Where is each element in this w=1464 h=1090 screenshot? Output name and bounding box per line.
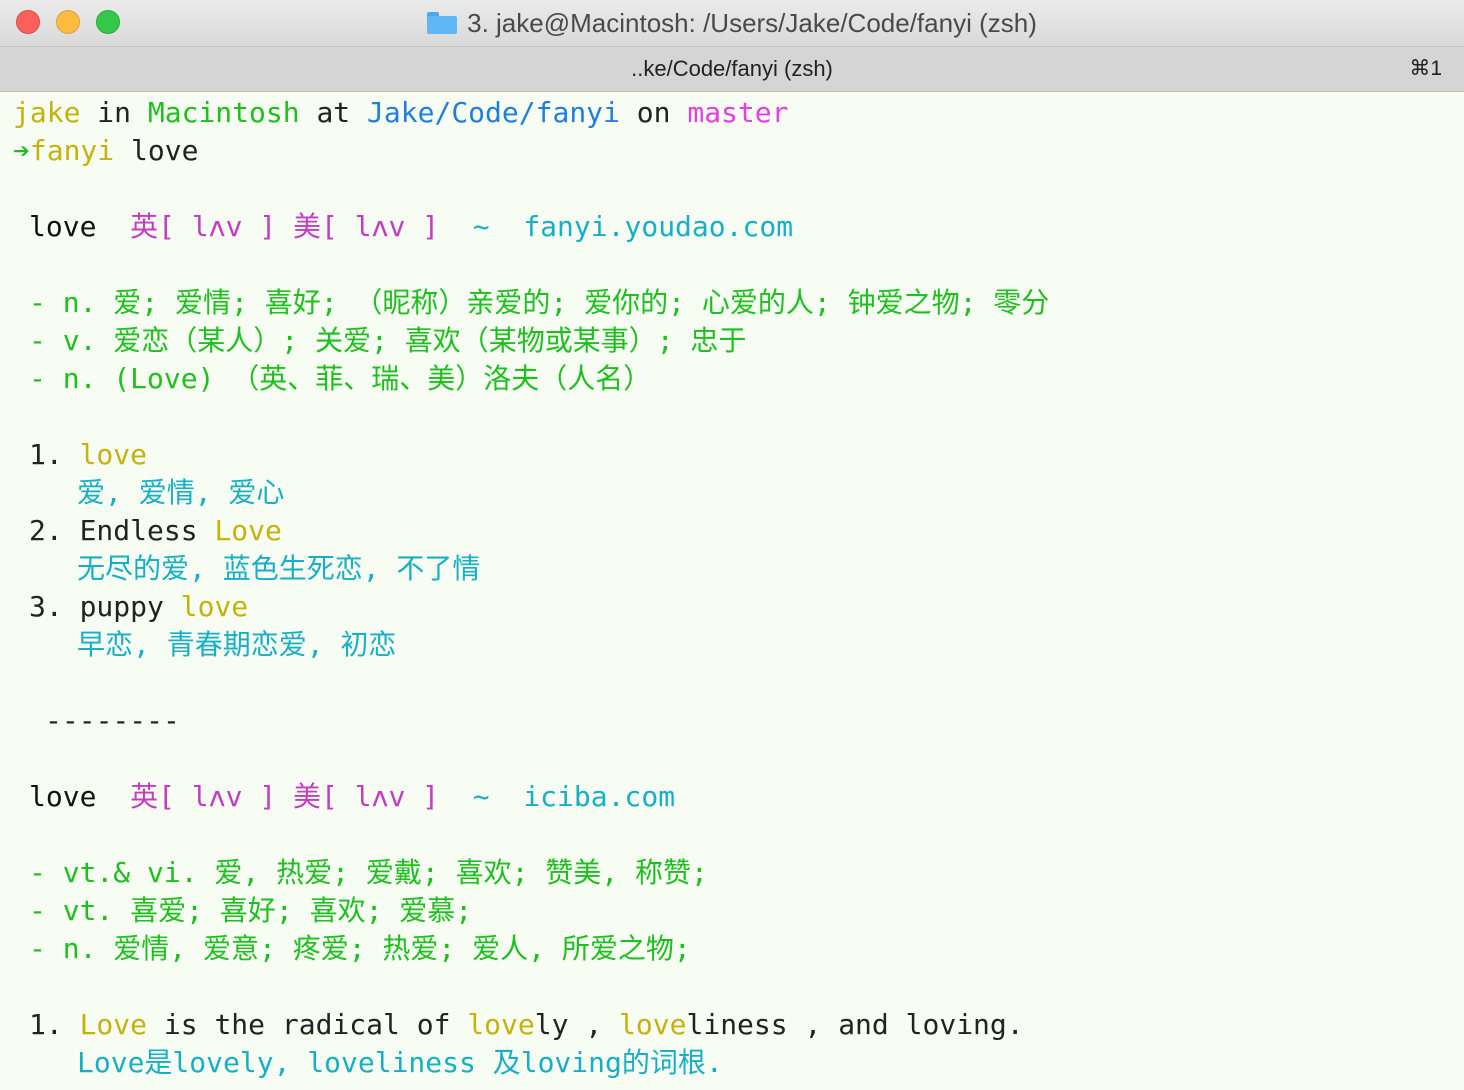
youdao-phrase-translation: 早恋, 青春期恋爱, 初恋 xyxy=(77,628,397,661)
prompt-user: jake xyxy=(13,96,81,129)
tab-bar[interactable]: ..ke/Code/fanyi (zsh) ⌘1 xyxy=(0,47,1464,92)
youdao-word: love xyxy=(29,210,97,243)
iciba-source: iciba.com xyxy=(523,780,676,813)
prompt-arrow-icon: ➔ xyxy=(13,134,30,167)
window-title: 3. jake@Macintosh: /Users/Jake/Code/fany… xyxy=(467,7,1037,38)
iciba-sentence: 1. Love is the radical of lovely , lovel… xyxy=(29,1006,1024,1044)
tab-shortcut: ⌘1 xyxy=(1409,57,1442,80)
iciba-definition: - vt. 喜爱; 喜好; 喜欢; 爱慕; xyxy=(29,894,473,927)
tab-title[interactable]: ..ke/Code/fanyi (zsh) xyxy=(0,47,1464,91)
youdao-phrase-translation: 无尽的爱, 蓝色生死恋, 不了情 xyxy=(77,552,481,585)
command-argument: love xyxy=(131,134,199,167)
prompt-branch: master xyxy=(687,96,789,129)
youdao-phrase-translation: 爱, 爱情, 爱心 xyxy=(77,476,285,509)
youdao-phrase: 1. love xyxy=(29,436,147,474)
phrase-text: Endless xyxy=(79,514,215,547)
separator: -------- xyxy=(45,704,180,737)
youdao-definition: - n. 爱; 爱情; 喜好; （昵称）亲爱的; 爱你的; 心爱的人; 钟爱之物… xyxy=(29,286,1050,319)
sentence-number: 1. xyxy=(29,1008,63,1041)
phrase-keyword: Love xyxy=(214,514,282,547)
phrase-keyword: love xyxy=(79,438,148,471)
terminal-window: 3. jake@Macintosh: /Users/Jake/Code/fany… xyxy=(0,0,1464,1090)
youdao-phrase: 2. Endless Love xyxy=(29,512,282,550)
iciba-definition: - n. 爱情, 爱意; 疼爱; 热爱; 爱人, 所爱之物; xyxy=(29,932,691,965)
phrase-number: 3. xyxy=(29,590,63,623)
command-name: fanyi xyxy=(29,134,115,167)
sentence-text: is the radical of xyxy=(147,1008,468,1041)
sentence-keyword: love xyxy=(467,1008,535,1041)
youdao-phrase: 3. puppy love xyxy=(29,588,248,626)
youdao-phonetic: 英[ lʌv ] 美[ lʌv ] xyxy=(130,210,440,243)
sentence-keyword: Love xyxy=(79,1008,148,1041)
youdao-tilde: ~ xyxy=(472,210,490,243)
prompt-on: on xyxy=(636,96,671,129)
iciba-header: love 英[ lʌv ] 美[ lʌv ] ~ iciba.com xyxy=(29,778,675,816)
prompt-host: Macintosh xyxy=(147,96,300,129)
phrase-text: puppy xyxy=(79,590,181,623)
folder-icon xyxy=(427,12,458,34)
command-line: ➔fanyi love xyxy=(13,132,198,170)
youdao-source: fanyi.youdao.com xyxy=(523,210,794,243)
youdao-definition: - n. (Love) （英、菲、瑞、美）洛夫（人名） xyxy=(29,362,652,395)
iciba-phonetic: 英[ lʌv ] 美[ lʌv ] xyxy=(130,780,440,813)
youdao-header: love 英[ lʌv ] 美[ lʌv ] ~ fanyi.youdao.co… xyxy=(29,208,793,246)
sentence-text: ly , xyxy=(534,1008,620,1041)
phrase-keyword: love xyxy=(180,590,249,623)
iciba-definition: - vt.& vi. 爱, 热爱; 爱戴; 喜欢; 赞美, 称赞; xyxy=(29,856,708,889)
prompt-line: jake in Macintosh at Jake/Code/fanyi on … xyxy=(13,94,789,132)
phrase-number: 2. xyxy=(29,514,63,547)
iciba-tilde: ~ xyxy=(472,780,490,813)
prompt-path: Jake/Code/fanyi xyxy=(367,96,620,129)
phrase-number: 1. xyxy=(29,438,63,471)
sentence-keyword: love xyxy=(619,1008,687,1041)
prompt-at: at xyxy=(316,96,351,129)
terminal-output[interactable]: jake in Macintosh at Jake/Code/fanyi on … xyxy=(0,92,1464,1090)
window-title-area: 3. jake@Macintosh: /Users/Jake/Code/fany… xyxy=(0,0,1464,46)
iciba-word: love xyxy=(29,780,97,813)
prompt-in: in xyxy=(97,96,132,129)
youdao-definition: - v. 爱恋（某人）; 关爱; 喜欢（某物或某事）; 忠于 xyxy=(29,324,747,357)
title-bar[interactable]: 3. jake@Macintosh: /Users/Jake/Code/fany… xyxy=(0,0,1464,47)
iciba-sentence-translation: Love是lovely, loveliness 及loving的词根. xyxy=(77,1046,723,1079)
sentence-text: liness , and loving. xyxy=(686,1008,1024,1041)
